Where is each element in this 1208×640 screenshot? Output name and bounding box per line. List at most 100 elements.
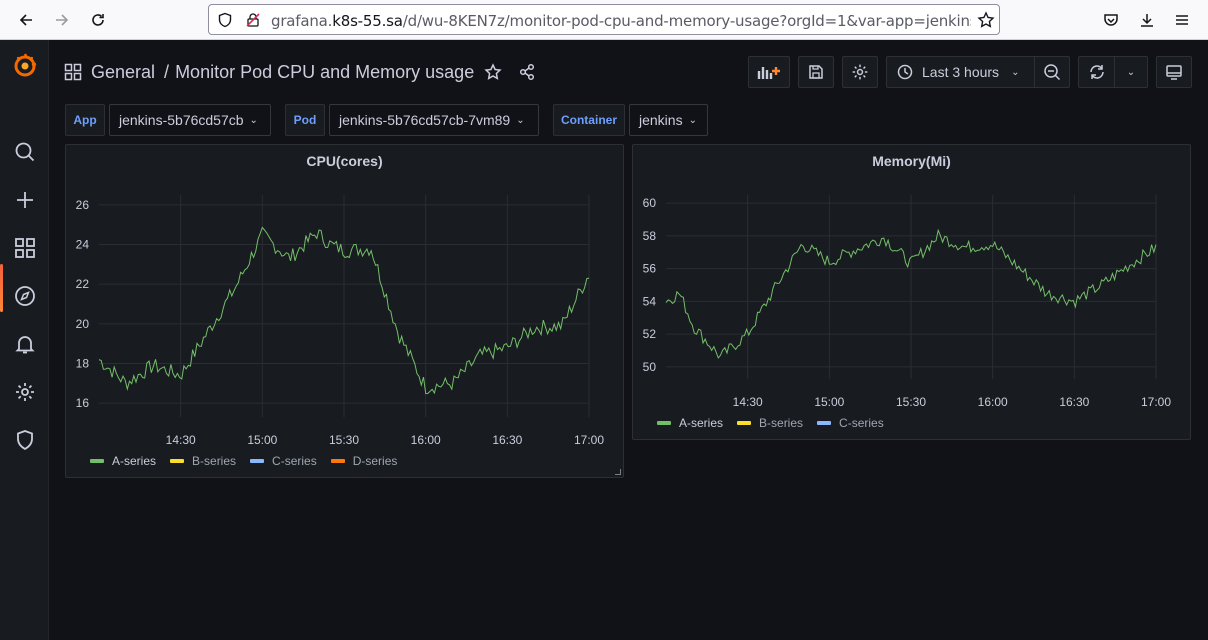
y-tick-label: 20 — [76, 317, 90, 331]
legend-swatch — [90, 459, 104, 463]
plus-icon[interactable] — [12, 187, 38, 213]
grafana-logo-icon[interactable] — [12, 52, 38, 78]
legend-swatch — [817, 421, 832, 425]
variable-select-container[interactable]: jenkins ⌄ — [629, 104, 708, 136]
time-range-label: Last 3 hours — [922, 64, 1000, 80]
legend-item-c-series[interactable]: C-series — [250, 454, 317, 468]
folder-link[interactable]: General — [91, 62, 155, 83]
x-tick-label: 16:30 — [492, 433, 522, 447]
y-tick-label: 16 — [76, 396, 90, 410]
x-tick-label: 14:30 — [733, 395, 763, 409]
variable-select-pod[interactable]: jenkins-5b76cd57cb-7vm89 ⌄ — [329, 104, 539, 136]
y-tick-label: 58 — [643, 229, 657, 243]
legend-item-d-series[interactable]: D-series — [330, 454, 398, 468]
save-dashboard-button[interactable] — [798, 56, 834, 88]
dashboards-icon[interactable] — [12, 235, 38, 261]
y-tick-label: 56 — [643, 262, 657, 276]
x-tick-label: 15:00 — [247, 433, 277, 447]
save-icon — [809, 65, 823, 79]
x-tick-label: 15:30 — [896, 395, 926, 409]
dashboard-settings-button[interactable] — [842, 56, 878, 88]
share-icon[interactable] — [518, 63, 536, 81]
legend-label: C-series — [272, 454, 317, 468]
page-title[interactable]: Monitor Pod CPU and Memory usage — [175, 62, 474, 83]
gear-icon — [852, 64, 868, 80]
y-tick-label: 26 — [76, 198, 90, 212]
bookmark-star-icon[interactable] — [977, 11, 995, 34]
cpu-panel[interactable]: CPU(cores) 16 18 20 22 24 26 14:30 15:00 15:30 16… — [65, 144, 624, 478]
refresh-button[interactable] — [1078, 56, 1114, 88]
legend-swatch — [737, 421, 752, 425]
forward-icon[interactable] — [48, 6, 76, 34]
legend-label: A-series — [679, 416, 724, 430]
search-icon[interactable] — [12, 139, 38, 165]
configuration-icon[interactable] — [12, 379, 38, 405]
y-tick-label: 50 — [643, 360, 657, 374]
y-tick-label: 52 — [643, 327, 657, 341]
variable-select-app[interactable]: jenkins-5b76cd57cb ⌄ — [109, 104, 271, 136]
legend-item-a-series[interactable]: A-series — [657, 416, 723, 430]
shield-icon[interactable] — [217, 12, 233, 33]
legend-item-b-series[interactable]: B-series — [737, 416, 803, 430]
x-tick-label: 16:30 — [1059, 395, 1089, 409]
legend-item-a-series[interactable]: A-series — [90, 454, 156, 468]
refresh-interval-dropdown[interactable]: ⌄ — [1114, 56, 1148, 88]
breadcrumb: General / Monitor Pod CPU and Memory usa… — [64, 58, 536, 86]
chevron-down-icon: ⌄ — [1126, 66, 1136, 78]
resize-handle[interactable] — [615, 469, 621, 475]
variable-value: jenkins — [639, 112, 683, 128]
memory-panel[interactable]: Memory(Mi) 50 52 54 56 58 60 14:30 15:00 15:30 16… — [632, 144, 1191, 440]
add-panel-icon — [757, 67, 780, 79]
x-tick-label: 17:00 — [574, 433, 604, 447]
variable-label-container: Container — [553, 104, 625, 136]
clock-icon — [897, 64, 913, 80]
legend-item-c-series[interactable]: C-series — [817, 416, 884, 430]
chevron-down-icon: ⌄ — [249, 114, 258, 126]
zoom-out-button[interactable] — [1034, 56, 1070, 88]
time-picker-button[interactable]: Last 3 hours ⌄ — [886, 56, 1034, 88]
tv-mode-button[interactable] — [1156, 56, 1192, 88]
url-text: grafana.k8s-55.sa/d/wu-8KEN7z/monitor-po… — [271, 12, 971, 30]
zoom-out-icon — [1044, 64, 1061, 81]
legend: A-series B-series C-series — [657, 416, 898, 430]
explore-icon[interactable] — [12, 283, 38, 309]
monitor-icon — [1166, 65, 1182, 80]
alerting-icon[interactable] — [12, 331, 38, 357]
y-tick-label: 22 — [76, 277, 90, 291]
legend-label: A-series — [112, 454, 157, 468]
variable-value: jenkins-5b76cd57cb-7vm89 — [339, 112, 511, 128]
downloads-icon[interactable] — [1133, 6, 1161, 34]
x-tick-label: 14:30 — [166, 433, 196, 447]
menu-icon[interactable] — [1168, 6, 1196, 34]
chevron-down-icon: ⌄ — [688, 114, 697, 126]
url-bar[interactable]: grafana.k8s-55.sa/d/wu-8KEN7z/monitor-po… — [208, 4, 1000, 35]
insecure-lock-icon[interactable] — [245, 12, 261, 33]
refresh-icon — [1089, 65, 1104, 79]
x-tick-label: 16:00 — [978, 395, 1008, 409]
y-tick-label: 60 — [643, 196, 657, 210]
x-tick-label: 17:00 — [1141, 395, 1171, 409]
breadcrumb-separator: / — [164, 61, 170, 82]
pocket-icon[interactable] — [1097, 6, 1125, 34]
x-tick-label: 15:30 — [329, 433, 359, 447]
legend-label: B-series — [759, 416, 804, 430]
chevron-down-icon: ⌄ — [516, 114, 525, 126]
y-tick-label: 24 — [76, 238, 90, 252]
legend-swatch — [170, 459, 185, 463]
back-icon[interactable] — [12, 6, 40, 34]
variable-label-pod: Pod — [285, 104, 325, 136]
variable-label-app: App — [65, 104, 105, 136]
legend-item-b-series[interactable]: B-series — [170, 454, 236, 468]
add-panel-button[interactable] — [748, 56, 790, 88]
x-tick-label: 15:00 — [814, 395, 844, 409]
x-tick-label: 16:00 — [411, 433, 441, 447]
star-icon[interactable] — [484, 63, 502, 81]
legend-label: D-series — [352, 454, 398, 468]
active-indicator — [0, 264, 3, 312]
legend-swatch — [657, 421, 671, 425]
reload-icon[interactable] — [84, 6, 112, 34]
y-tick-label: 54 — [643, 294, 657, 308]
legend-label: C-series — [839, 416, 884, 430]
chevron-down-icon: ⌄ — [1011, 66, 1020, 78]
shield-icon[interactable] — [12, 427, 38, 453]
